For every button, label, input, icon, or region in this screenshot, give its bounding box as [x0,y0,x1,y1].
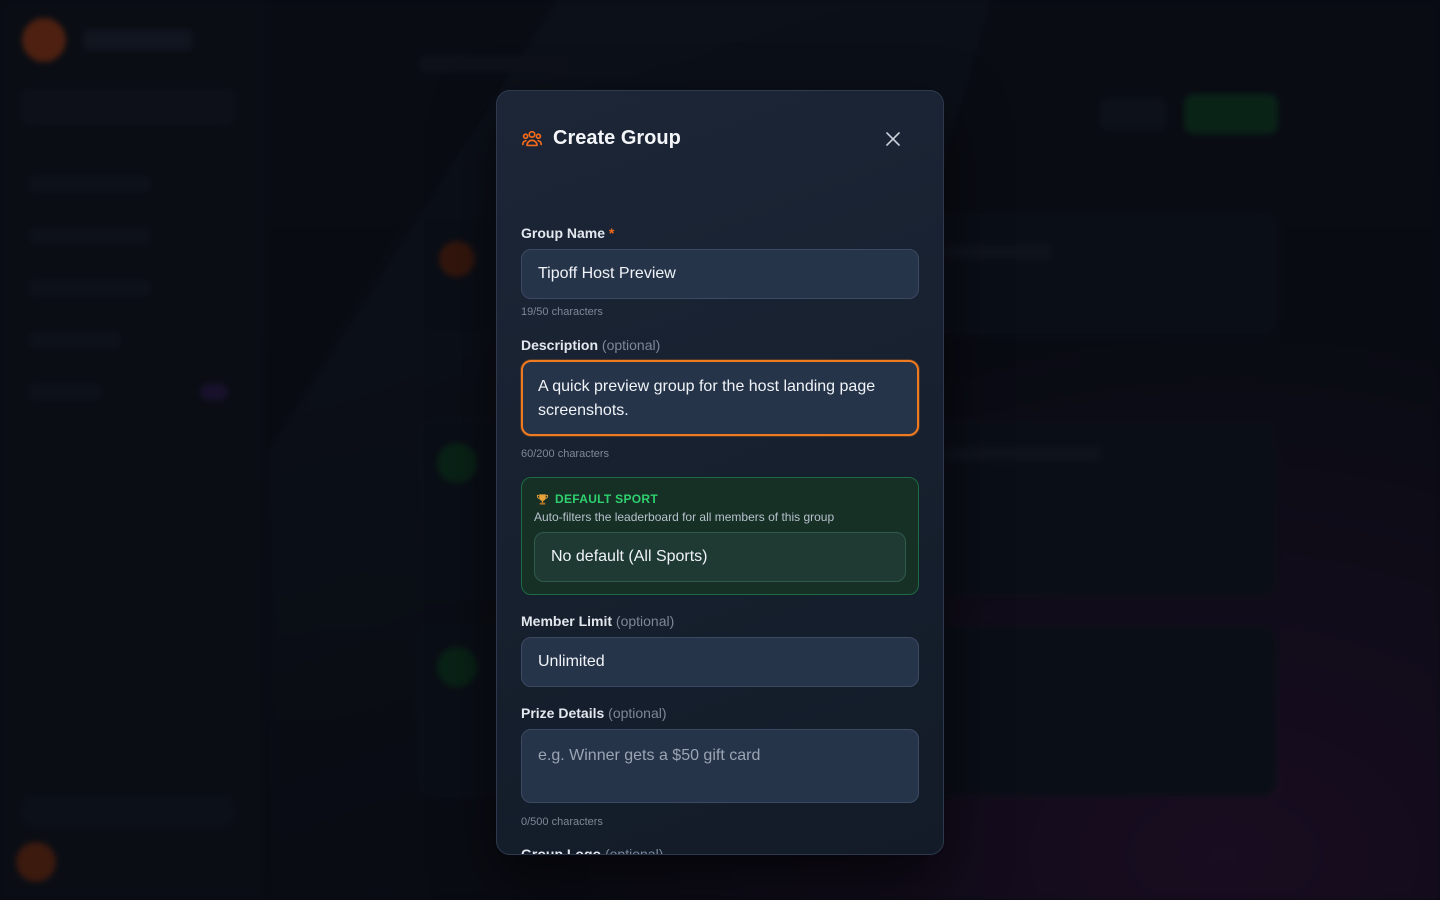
modal-title: Create Group [553,127,681,149]
description-value: A quick preview group for the host landi… [538,378,876,419]
prize-details-optional-hint: (optional) [608,705,667,721]
member-limit-input[interactable]: Unlimited [521,637,919,687]
description-label: Description (optional) [521,337,660,353]
modal-header: Create Group [521,127,681,150]
group-name-input[interactable]: Tipoff Host Preview [521,249,919,299]
member-limit-value: Unlimited [538,653,605,670]
default-sport-selected-value: No default (All Sports) [551,548,708,565]
group-logo-label-text: Group Logo [521,846,602,855]
prize-details-char-count: 0/500 characters [521,816,603,828]
group-name-label-text: Group Name [521,225,606,241]
group-name-label: Group Name * [521,225,614,241]
prize-details-placeholder: e.g. Winner gets a $50 gift card [538,747,761,764]
users-group-icon [522,130,542,146]
default-sport-panel: DEFAULT SPORT Auto-filters the leaderboa… [521,477,919,595]
default-sport-header: DEFAULT SPORT [536,492,658,506]
description-char-count: 60/200 characters [521,448,610,460]
default-sport-description: Auto-filters the leaderboard for all mem… [534,510,835,524]
member-limit-label-text: Member Limit [521,613,613,629]
description-textarea[interactable]: A quick preview group for the host landi… [521,360,919,436]
prize-details-label: Prize Details (optional) [521,705,667,721]
member-limit-optional-hint: (optional) [615,613,675,629]
trophy-icon [536,493,549,505]
prize-details-label-text: Prize Details [521,705,605,721]
default-sport-select[interactable]: No default (All Sports) [534,532,906,582]
description-label-text: Description [521,337,599,353]
group-logo-optional-hint: (optional) [604,846,664,855]
required-marker: * [608,225,615,241]
group-logo-label: Group Logo (optional) [521,846,664,855]
description-optional-hint: (optional) [601,337,661,353]
group-name-char-count: 19/50 characters [521,306,603,318]
close-icon [886,132,900,146]
prize-details-textarea[interactable]: e.g. Winner gets a $50 gift card [521,729,919,803]
create-group-modal: Create Group Group Name * Tipoff Host Pr… [496,90,944,855]
group-name-value: Tipoff Host Preview [538,265,676,282]
member-limit-label: Member Limit (optional) [521,613,674,629]
close-button[interactable] [881,127,905,151]
default-sport-title: DEFAULT SPORT [555,492,659,506]
